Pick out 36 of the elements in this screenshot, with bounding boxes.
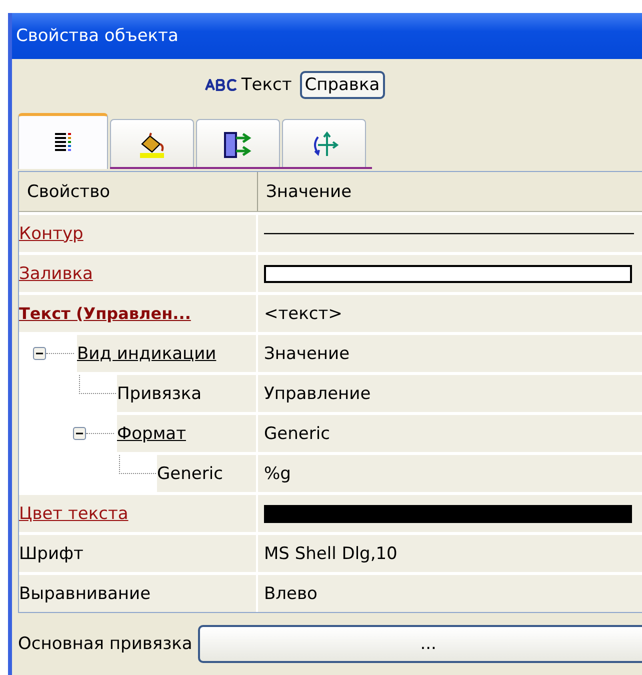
binding-label: Основная привязка <box>18 634 192 654</box>
tree-connector <box>79 375 116 394</box>
collapse-toggle-icon[interactable] <box>33 347 46 360</box>
column-header: Свойство <box>19 172 258 211</box>
tab[interactable] <box>18 113 108 169</box>
window-title: Свойства объекта <box>16 26 178 46</box>
property-name: Выравнивание <box>19 575 256 612</box>
property-name[interactable]: Контур <box>19 215 256 252</box>
tree-connector <box>119 455 156 474</box>
property-name: Шрифт <box>19 535 256 572</box>
connections-icon <box>223 130 253 158</box>
property-value: %g <box>264 464 291 484</box>
property-name[interactable]: Вид индикации <box>77 335 256 372</box>
tab[interactable] <box>282 119 366 169</box>
list-icon <box>53 132 73 154</box>
property-value: Управление <box>264 384 371 404</box>
property-name[interactable]: Текст (Управлен... <box>19 295 256 332</box>
property-name[interactable]: Цвет текста <box>19 495 256 532</box>
object-type-label: Текст <box>241 75 292 95</box>
tab[interactable] <box>110 119 194 169</box>
collapse-toggle-icon[interactable] <box>73 427 86 440</box>
property-value: MS Shell Dlg,10 <box>264 544 398 564</box>
help-button[interactable]: Справка <box>300 71 385 99</box>
property-value: Значение <box>264 344 350 364</box>
property-name[interactable]: Формат <box>117 415 256 452</box>
text-type-icon <box>205 79 240 91</box>
paint-bucket-icon <box>138 132 166 158</box>
binding-button[interactable]: ... <box>198 625 642 663</box>
tab[interactable] <box>196 119 280 169</box>
property-value: Влево <box>264 584 318 604</box>
property-value: Generic <box>264 424 330 444</box>
property-name: Generic <box>157 455 256 492</box>
property-name: Привязка <box>117 375 256 412</box>
column-header: Значение <box>258 172 642 211</box>
property-value: <текст> <box>264 304 342 324</box>
property-name[interactable]: Заливка <box>19 255 256 292</box>
